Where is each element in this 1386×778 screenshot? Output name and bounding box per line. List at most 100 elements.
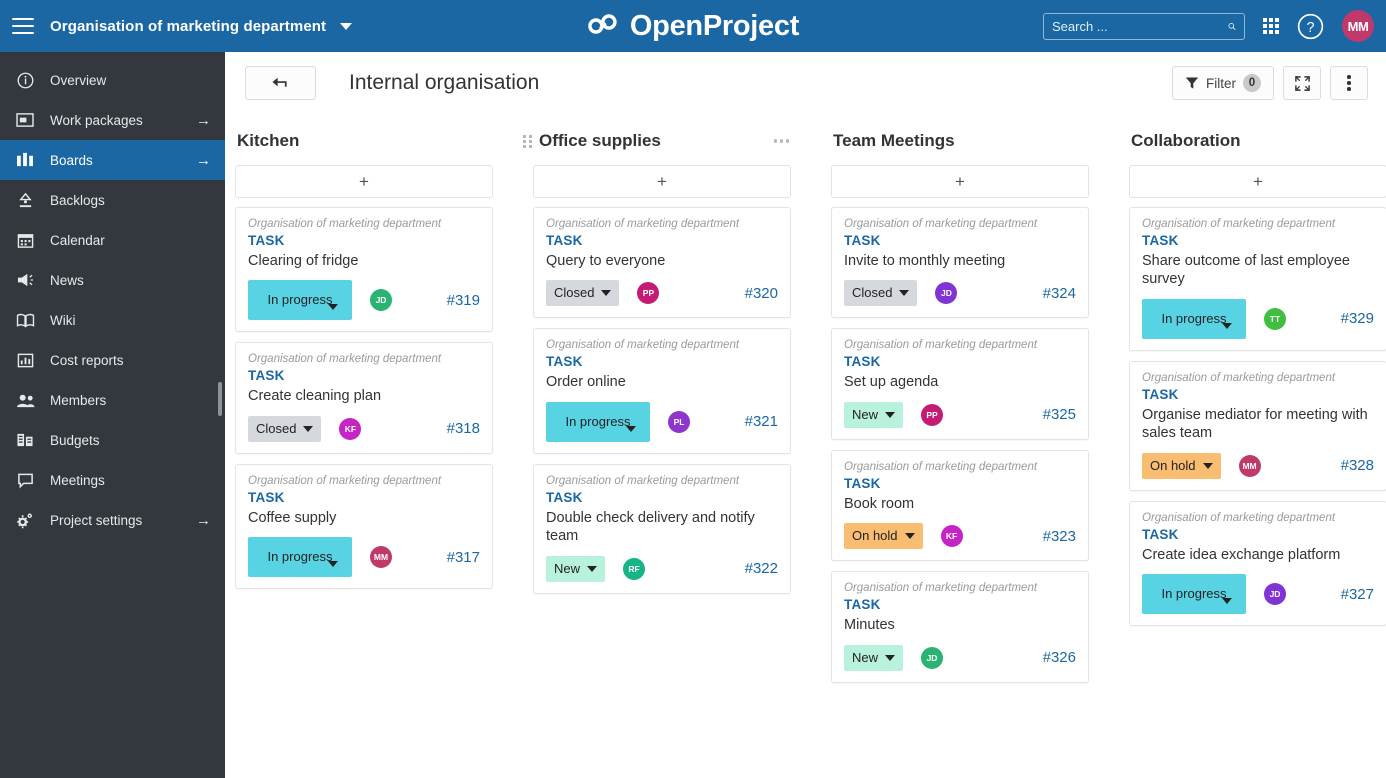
help-circle-icon[interactable]: ?: [1297, 13, 1324, 40]
work-package-id[interactable]: #323: [1043, 528, 1076, 545]
work-package-card[interactable]: Organisation of marketing department TASK…: [235, 207, 493, 333]
card-subject: Invite to monthly meeting: [844, 253, 1006, 269]
grid-apps-icon[interactable]: [1263, 18, 1279, 34]
sidebar-item-arrow-icon[interactable]: →: [196, 153, 211, 168]
assignee-avatar[interactable]: RF: [623, 557, 646, 580]
user-avatar[interactable]: MM: [1342, 10, 1374, 42]
sidebar-item-meetings[interactable]: Meetings: [0, 460, 225, 500]
work-package-card[interactable]: Organisation of marketing department TASK…: [831, 449, 1089, 562]
assignee-avatar[interactable]: JD: [921, 646, 944, 669]
add-card-button[interactable]: +: [1129, 165, 1386, 198]
status-dropdown[interactable]: Closed: [248, 415, 322, 442]
assignee-avatar[interactable]: KF: [940, 525, 963, 548]
status-dropdown[interactable]: Closed: [844, 280, 918, 307]
work-packages-icon: [14, 112, 36, 128]
status-dropdown[interactable]: New: [546, 555, 606, 582]
work-package-id[interactable]: #322: [745, 560, 778, 577]
assignee-avatar[interactable]: TT: [1264, 307, 1286, 330]
status-label: Closed: [554, 285, 595, 301]
assignee-avatar[interactable]: JD: [1264, 583, 1286, 606]
sidebar-item-label: Meetings: [50, 472, 105, 488]
assignee-avatar[interactable]: PL: [668, 410, 690, 433]
assignee-avatar[interactable]: MM: [370, 546, 392, 569]
work-package-id[interactable]: #325: [1043, 406, 1076, 423]
card-footer: On hold MM #328: [1142, 452, 1374, 479]
card-subject: Minutes: [844, 617, 895, 634]
sidebar-item-budgets[interactable]: Budgets: [0, 420, 225, 460]
work-package-card[interactable]: Organisation of marketing department TASK…: [1129, 360, 1386, 491]
sidebar-item-boards[interactable]: Boards →: [0, 140, 225, 180]
card-project-name: Organisation of marketing department: [546, 474, 740, 487]
work-package-id[interactable]: #327: [1341, 586, 1374, 603]
assignee-avatar[interactable]: JD: [370, 289, 392, 312]
work-package-card[interactable]: Organisation of marketing department TASK…: [831, 207, 1089, 319]
status-dropdown[interactable]: In progress: [1142, 574, 1246, 615]
board-column: Office supplies + Organisation of marketin…: [523, 126, 791, 778]
status-dropdown[interactable]: In progress: [248, 280, 352, 321]
work-package-id[interactable]: #326: [1043, 649, 1076, 666]
filter-button[interactable]: Filter 0: [1172, 66, 1274, 100]
add-card-button[interactable]: +: [533, 165, 791, 198]
sidebar-item-wiki[interactable]: Wiki: [0, 300, 225, 340]
status-dropdown[interactable]: Closed: [546, 280, 620, 307]
sidebar-item-arrow-icon[interactable]: →: [196, 513, 211, 528]
work-package-id[interactable]: #318: [447, 420, 480, 437]
sidebar-scrollbar[interactable]: [218, 382, 222, 416]
work-package-id[interactable]: #317: [447, 549, 480, 566]
sidebar-item-arrow-icon[interactable]: →: [196, 113, 211, 128]
sidebar-item-members[interactable]: Members: [0, 380, 225, 420]
speech-bubble-icon: [14, 472, 36, 489]
status-dropdown[interactable]: On hold: [1142, 452, 1221, 479]
sidebar-item-calendar[interactable]: Calendar: [0, 220, 225, 260]
work-package-id[interactable]: #320: [745, 285, 778, 302]
work-package-card[interactable]: Organisation of marketing department TASK…: [235, 342, 493, 454]
status-dropdown[interactable]: In progress: [546, 401, 650, 442]
hamburger-menu-icon[interactable]: [12, 18, 34, 34]
status-dropdown[interactable]: New: [844, 401, 904, 428]
work-package-card[interactable]: Organisation of marketing department TASK…: [831, 328, 1089, 440]
sidebar-item-cost-reports[interactable]: Cost reports: [0, 340, 225, 380]
status-dropdown[interactable]: On hold: [844, 523, 923, 550]
work-package-card[interactable]: Organisation of marketing department TASK…: [831, 571, 1089, 683]
sidebar-item-news[interactable]: News: [0, 260, 225, 300]
project-dropdown-caret-icon[interactable]: [340, 22, 353, 30]
column-title: Collaboration: [1131, 131, 1241, 150]
work-package-id[interactable]: #329: [1341, 310, 1374, 327]
megaphone-icon: [14, 272, 36, 288]
assignee-avatar[interactable]: PP: [921, 403, 944, 426]
sidebar-item-overview[interactable]: Overview: [0, 60, 225, 100]
work-package-card[interactable]: Organisation of marketing department TASK…: [1129, 500, 1386, 627]
search-input[interactable]: [1052, 18, 1228, 34]
search-box[interactable]: [1043, 12, 1245, 40]
project-name[interactable]: Organisation of marketing department: [50, 18, 326, 35]
work-package-id[interactable]: #328: [1341, 457, 1374, 474]
more-options-button[interactable]: [1330, 66, 1368, 100]
work-package-id[interactable]: #319: [447, 292, 480, 309]
add-card-button[interactable]: +: [235, 165, 493, 198]
openproject-logo-icon: [588, 14, 617, 34]
work-package-card[interactable]: Organisation of marketing department TASK…: [533, 207, 791, 319]
column-drag-handle-icon[interactable]: [523, 134, 532, 148]
work-package-card[interactable]: Organisation of marketing department TASK…: [1129, 207, 1386, 351]
assignee-avatar[interactable]: JD: [935, 282, 958, 305]
status-dropdown[interactable]: In progress: [1142, 298, 1246, 339]
search-icon[interactable]: [1228, 19, 1236, 34]
sidebar-item-work-packages[interactable]: Work packages →: [0, 100, 225, 140]
status-dropdown[interactable]: In progress: [248, 537, 352, 578]
status-dropdown[interactable]: New: [844, 644, 904, 671]
work-package-card[interactable]: Organisation of marketing department TASK…: [533, 328, 791, 454]
work-package-card[interactable]: Organisation of marketing department TASK…: [533, 463, 791, 594]
assignee-avatar[interactable]: MM: [1238, 454, 1261, 477]
sidebar-item-project-settings[interactable]: Project settings →: [0, 500, 225, 540]
sidebar-item-backlogs[interactable]: Backlogs: [0, 180, 225, 220]
work-package-id[interactable]: #321: [745, 413, 778, 430]
back-button[interactable]: [245, 66, 316, 100]
fullscreen-button[interactable]: [1283, 66, 1321, 100]
work-package-id[interactable]: #324: [1043, 285, 1076, 302]
assignee-avatar[interactable]: KF: [339, 417, 362, 440]
card-subject: Clearing of fridge: [248, 253, 359, 269]
column-menu-icon[interactable]: [773, 139, 789, 143]
assignee-avatar[interactable]: PP: [637, 282, 660, 305]
work-package-card[interactable]: Organisation of marketing department TASK…: [235, 463, 493, 590]
add-card-button[interactable]: +: [831, 165, 1089, 198]
